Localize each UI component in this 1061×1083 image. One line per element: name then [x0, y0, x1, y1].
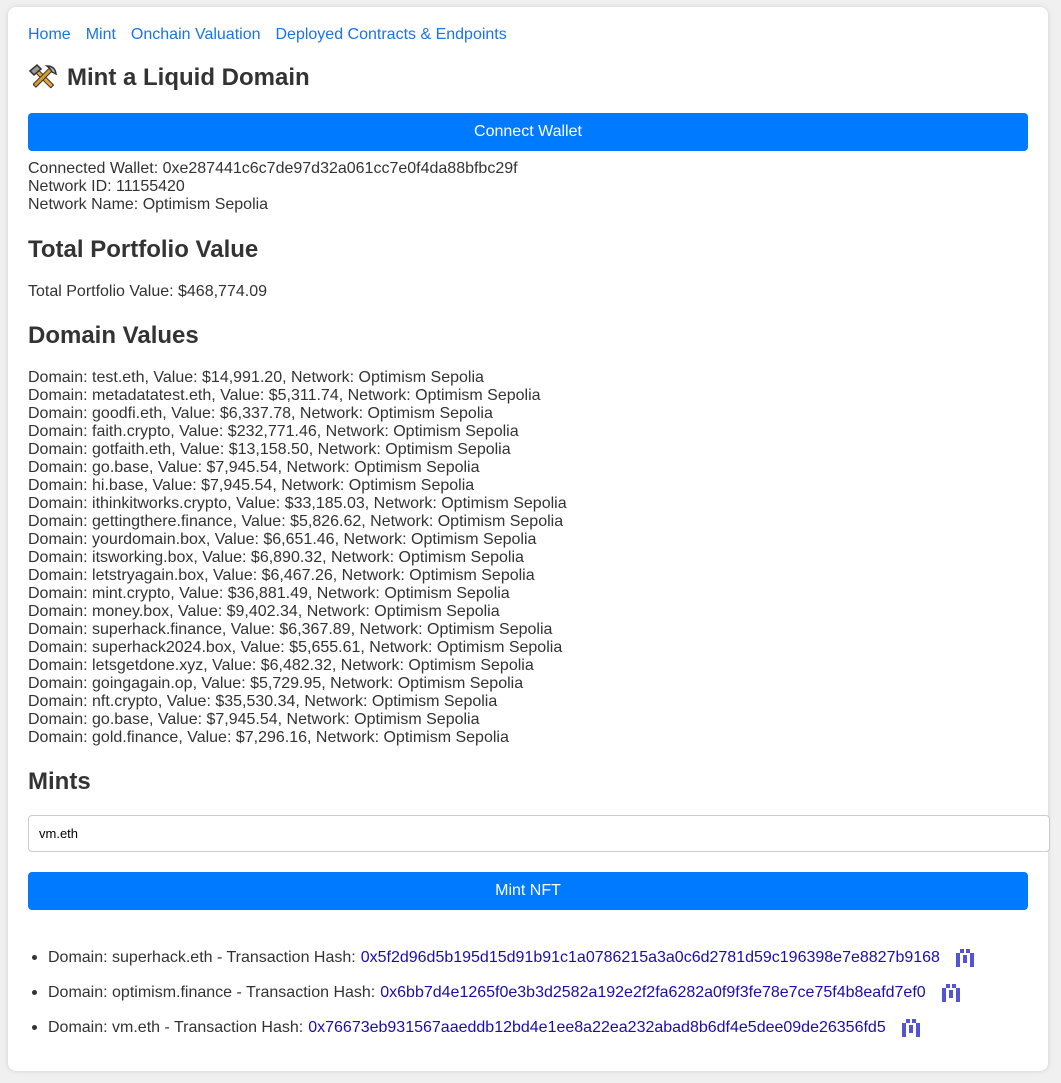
domain-input[interactable] [28, 815, 1050, 852]
mint-item-label: Domain: superhack.eth - Transaction Hash… [48, 948, 356, 966]
hammer-and-pick-icon [28, 63, 57, 89]
list-item: Domain: vm.eth - Transaction Hash: 0x766… [28, 1010, 976, 1045]
list-item: Domain: optimism.finance - Transaction H… [28, 975, 976, 1010]
list-item: Domain: superhack.finance, Value: $6,367… [28, 621, 553, 638]
mint-item-label: Domain: vm.eth - Transaction Hash: [48, 1018, 304, 1036]
list-item: Domain: money.box, Value: $9,402.34, Net… [28, 603, 500, 620]
list-item: Domain: itsworking.box, Value: $6,890.32… [28, 549, 524, 566]
list-item: Domain: ithinkitworks.crypto, Value: $33… [28, 495, 567, 512]
list-item: Domain: letstryagain.box, Value: $6,467.… [28, 567, 535, 584]
list-item: Domain: test.eth, Value: $14,991.20, Net… [28, 369, 484, 386]
mint-transactions-list: Domain: superhack.eth - Transaction Hash… [28, 940, 976, 1045]
list-item: Domain: yourdomain.box, Value: $6,651.46… [28, 531, 537, 548]
domain-values-heading: Domain Values [28, 322, 199, 349]
list-item: Domain: faith.crypto, Value: $232,771.46… [28, 423, 519, 440]
nav-deployed-contracts[interactable]: Deployed Contracts & Endpoints [276, 26, 507, 44]
wallet-info: Connected Wallet: 0xe287441c6c7de97d32a0… [28, 160, 518, 214]
mint-item-label: Domain: optimism.finance - Transaction H… [48, 983, 376, 1001]
blockscout-explorer-icon[interactable] [954, 947, 976, 969]
list-item: Domain: gotfaith.eth, Value: $13,158.50,… [28, 441, 511, 458]
connect-wallet-button[interactable]: Connect Wallet [28, 113, 1028, 151]
list-item: Domain: superhack2024.box, Value: $5,655… [28, 639, 563, 656]
network-id-text: Network ID: 11155420 [28, 178, 185, 195]
list-item: Domain: metadatatest.eth, Value: $5,311.… [28, 387, 541, 404]
blockscout-explorer-icon[interactable] [940, 982, 962, 1004]
mint-nft-button[interactable]: Mint NFT [28, 872, 1028, 910]
transaction-hash-link[interactable]: 0x76673eb931567aaeddb12bd4e1ee8a22ea232a… [308, 1019, 886, 1037]
mints-heading: Mints [28, 768, 91, 795]
nav-mint[interactable]: Mint [86, 26, 116, 44]
top-nav: Home Mint Onchain Valuation Deployed Con… [28, 26, 522, 44]
list-item: Domain: letsgetdone.xyz, Value: $6,482.3… [28, 657, 534, 674]
list-item: Domain: gold.finance, Value: $7,296.16, … [28, 729, 509, 746]
portfolio-heading: Total Portfolio Value [28, 236, 259, 263]
page-title-text: Mint a Liquid Domain [67, 64, 310, 91]
list-item: Domain: mint.crypto, Value: $36,881.49, … [28, 585, 510, 602]
transaction-hash-link[interactable]: 0x5f2d96d5b195d15d91b91c1a0786215a3a0c6d… [361, 949, 940, 967]
list-item: Domain: nft.crypto, Value: $35,530.34, N… [28, 693, 498, 710]
list-item: Domain: goodfi.eth, Value: $6,337.78, Ne… [28, 405, 493, 422]
page-title: Mint a Liquid Domain [28, 63, 310, 93]
list-item: Domain: go.base, Value: $7,945.54, Netwo… [28, 459, 480, 476]
portfolio-value-text: Total Portfolio Value: $468,774.09 [28, 283, 267, 300]
connected-wallet-text: Connected Wallet: 0xe287441c6c7de97d32a0… [28, 160, 518, 177]
nav-onchain-valuation[interactable]: Onchain Valuation [131, 26, 261, 44]
nav-home[interactable]: Home [28, 26, 71, 44]
blockscout-explorer-icon[interactable] [900, 1017, 922, 1039]
list-item: Domain: goingagain.op, Value: $5,729.95,… [28, 675, 524, 692]
main-card: Home Mint Onchain Valuation Deployed Con… [8, 7, 1050, 1071]
list-item: Domain: gettingthere.finance, Value: $5,… [28, 513, 564, 530]
list-item: Domain: superhack.eth - Transaction Hash… [28, 940, 976, 975]
list-item: Domain: hi.base, Value: $7,945.54, Netwo… [28, 477, 475, 494]
list-item: Domain: go.base, Value: $7,945.54, Netwo… [28, 711, 480, 728]
transaction-hash-link[interactable]: 0x6bb7d4e1265f0e3b3d2582a192e2f2fa6282a0… [380, 984, 925, 1002]
domain-values-list: Domain: test.eth, Value: $14,991.20, Net… [28, 369, 567, 747]
network-name-text: Network Name: Optimism Sepolia [28, 196, 269, 213]
